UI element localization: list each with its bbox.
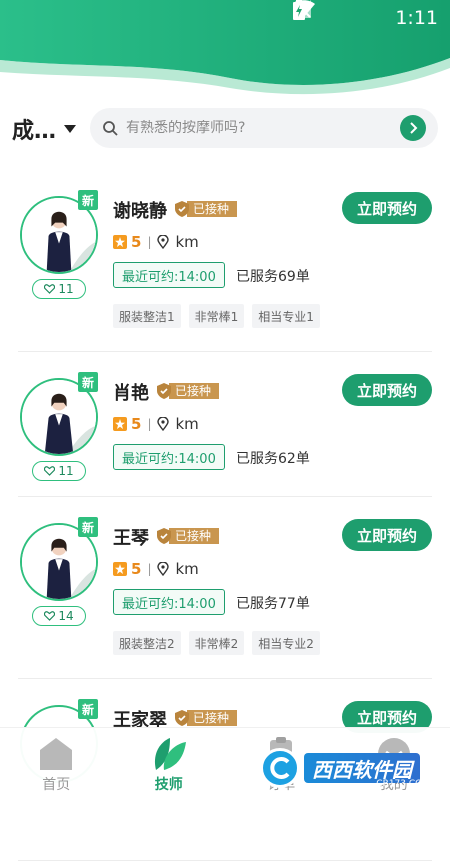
city-label: 成…	[12, 113, 56, 145]
certified-label: 已接种	[169, 383, 219, 399]
leaf-icon	[150, 736, 188, 772]
new-badge: 新	[78, 517, 98, 537]
served-count: 已服务62单	[236, 448, 310, 468]
divider: |	[147, 235, 151, 249]
next-available-badge: 最近可约:14:00	[113, 589, 225, 615]
review-tags: 服装整洁2 非常棒2 相当专业2	[113, 631, 320, 655]
therapist-name: 王琴	[113, 524, 149, 550]
rating-row: 5 | km	[113, 233, 199, 251]
new-badge: 新	[78, 190, 98, 210]
likes-badge[interactable]: 14	[32, 606, 86, 626]
avatar[interactable]: 新 11	[20, 196, 98, 274]
location-pin-icon	[157, 235, 169, 249]
next-available-badge: 最近可约:14:00	[113, 262, 225, 288]
rating-row: 5 | km	[113, 415, 199, 433]
likes-count: 14	[58, 609, 73, 623]
nav-item-therapists[interactable]: 技师	[113, 728, 226, 799]
location-pin-icon	[157, 417, 169, 431]
certified-badge: 已接种	[157, 382, 219, 400]
heart-icon	[44, 466, 55, 476]
review-tag: 相当专业2	[252, 631, 320, 655]
certified-badge: 已接种	[175, 709, 237, 727]
next-available-badge: 最近可约:14:00	[113, 444, 225, 470]
nav-label: 技师	[155, 774, 183, 794]
status-time: 1:11	[395, 7, 438, 29]
served-count: 已服务77单	[236, 593, 310, 613]
likes-badge[interactable]: 11	[32, 279, 86, 299]
location-pin-icon	[157, 562, 169, 576]
new-badge: 新	[78, 372, 98, 392]
search-bar[interactable]	[90, 108, 438, 148]
book-now-button[interactable]: 立即预约	[342, 192, 432, 224]
star-icon	[113, 562, 127, 576]
therapist-card[interactable]: 新 11 肖艳 已接种 立即预约 5 | km 最近可约:14:00 已服务62…	[18, 352, 432, 497]
certified-label: 已接种	[187, 201, 237, 217]
served-count: 已服务69单	[236, 266, 310, 286]
new-badge: 新	[78, 699, 98, 719]
therapist-name: 肖艳	[113, 379, 149, 405]
distance-unit: km	[175, 415, 198, 433]
watermark: 西西软件园 CR173.COM	[260, 745, 438, 791]
search-input[interactable]	[126, 120, 386, 136]
certified-label: 已接种	[187, 710, 237, 726]
divider: |	[147, 417, 151, 431]
chevron-right-icon	[407, 122, 419, 134]
rating-score: 5	[131, 233, 141, 251]
therapist-card[interactable]: 新 14 王琴 已接种 立即预约 5 | km 最近可约:14:00 已服务77…	[18, 497, 432, 679]
therapist-name: 谢晓静	[113, 197, 167, 223]
star-icon	[113, 235, 127, 249]
star-icon	[113, 417, 127, 431]
certified-badge: 已接种	[157, 527, 219, 545]
home-icon	[37, 736, 75, 772]
review-tag: 相当专业1	[252, 304, 320, 328]
divider: |	[147, 562, 151, 576]
distance-unit: km	[175, 560, 198, 578]
review-tag: 服装整洁2	[113, 631, 181, 655]
heart-icon	[44, 284, 55, 294]
likes-count: 11	[58, 464, 73, 478]
likes-badge[interactable]: 11	[32, 461, 86, 481]
search-icon	[102, 120, 118, 136]
book-now-button[interactable]: 立即预约	[342, 519, 432, 551]
review-tag: 服装整洁1	[113, 304, 181, 328]
shield-check-icon	[157, 383, 171, 399]
no-signal-icon	[327, 7, 351, 29]
rating-row: 5 | km	[113, 560, 199, 578]
shield-check-icon	[175, 201, 189, 217]
search-go-button[interactable]	[400, 115, 426, 141]
rating-score: 5	[131, 415, 141, 433]
likes-count: 11	[58, 282, 73, 296]
city-selector[interactable]: 成…	[12, 113, 76, 145]
review-tag: 非常棒1	[189, 304, 245, 328]
review-tags: 服装整洁1 非常棒1 相当专业1	[113, 304, 320, 328]
heart-icon	[44, 611, 55, 621]
avatar[interactable]: 新 14	[20, 523, 98, 601]
avatar[interactable]: 新 11	[20, 378, 98, 456]
watermark-subtext: CR173.COM	[376, 779, 430, 789]
shield-check-icon	[175, 710, 189, 726]
battery-icon	[361, 7, 385, 29]
review-tag: 非常棒2	[189, 631, 245, 655]
search-row: 成…	[0, 108, 450, 150]
rating-score: 5	[131, 560, 141, 578]
nav-item-home[interactable]: 首页	[0, 728, 113, 799]
status-bar: 1:11	[293, 0, 450, 36]
book-now-button[interactable]: 立即预约	[342, 374, 432, 406]
certified-label: 已接种	[169, 528, 219, 544]
header-banner: 1:11	[0, 0, 450, 100]
therapist-card[interactable]: 新 11 谢晓静 已接种 立即预约 5 | km 最近可约:14:00 已服务6…	[18, 170, 432, 352]
distance-unit: km	[175, 233, 198, 251]
watermark-logo-icon	[260, 748, 300, 788]
caret-down-icon	[64, 125, 76, 133]
nav-label: 首页	[42, 774, 70, 794]
certified-badge: 已接种	[175, 200, 237, 218]
shield-check-icon	[157, 528, 171, 544]
